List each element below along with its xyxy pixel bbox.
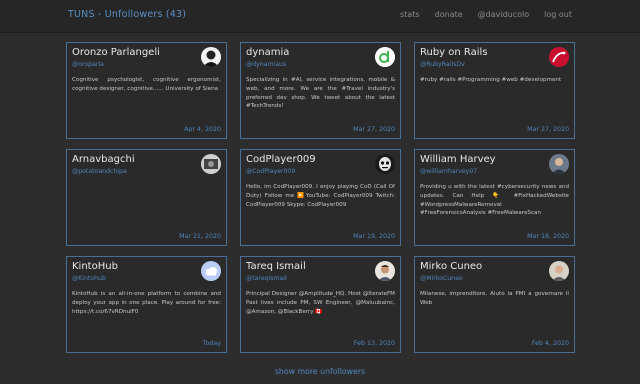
person-portrait-icon[interactable] <box>201 154 221 174</box>
user-handle[interactable]: @potatoandchipa <box>72 168 194 176</box>
unfollow-date: Today <box>202 340 221 347</box>
user-bio: Milanese, imprenditore. Aiuto la PMI a g… <box>420 291 569 306</box>
user-name[interactable]: Ruby on Rails <box>420 47 542 59</box>
unfollow-date: Mar 27, 2020 <box>527 126 569 133</box>
top-navbar: TUNS - Unfollowers (43) stats donate @da… <box>0 0 640 33</box>
user-bio: Providing u with the latest #cybersecuri… <box>420 184 569 217</box>
user-handle[interactable]: @oroparla <box>72 61 194 69</box>
nav-links: stats donate @daviducolo log out <box>385 10 572 19</box>
user-handle[interactable]: @Kintohub <box>72 275 194 283</box>
unfollower-card[interactable]: CodPlayer009 @CodPlayer009 Hello, im Cod… <box>240 149 401 246</box>
user-name[interactable]: William Harvey <box>420 154 542 166</box>
user-bio: Hello, im CodPlayer009. I enjoy playing … <box>246 184 395 208</box>
unfollow-date: Mar 18, 2020 <box>527 233 569 240</box>
unfollower-card[interactable]: Oronzo Parlangeli @oroparla Cognitive ps… <box>66 42 227 139</box>
rails-logo-icon[interactable] <box>549 47 569 67</box>
unfollower-card[interactable]: Tareq Ismail @tareqismail Principal Desi… <box>240 256 401 353</box>
app-title[interactable]: TUNS - Unfollowers (43) <box>68 9 186 20</box>
nav-profile-link[interactable]: @daviducolo <box>478 10 530 19</box>
user-handle[interactable]: @CodPlayer009 <box>246 168 368 176</box>
cloud-logo-icon[interactable] <box>201 261 221 281</box>
unfollower-card[interactable]: dynamia @dynamiaus Specializing in #AI, … <box>240 42 401 139</box>
user-handle[interactable]: @tareqismail <box>246 275 368 283</box>
nav-donate-link[interactable]: donate <box>435 10 463 19</box>
user-name[interactable]: Mirko Cuneo <box>420 261 542 273</box>
user-name[interactable]: Oronzo Parlangeli <box>72 47 194 59</box>
user-bio: KintoHub is an all-in-one platform to co… <box>72 291 221 315</box>
unfollow-date: Apr 4, 2020 <box>184 126 221 133</box>
person-portrait-icon[interactable] <box>201 47 221 67</box>
unfollower-card[interactable]: Ruby on Rails @RubyRailsDv #ruby #rails … <box>414 42 575 139</box>
skull-mask-icon[interactable] <box>375 154 395 174</box>
nav-stats-link[interactable]: stats <box>400 10 420 19</box>
nav-logout-link[interactable]: log out <box>544 10 572 19</box>
user-handle[interactable]: @dynamiaus <box>246 61 368 69</box>
unfollower-card[interactable]: Arnavbagchi @potatoandchipa Mar 21, 2020 <box>66 149 227 246</box>
user-name[interactable]: dynamia <box>246 47 368 59</box>
dynamia-logo-icon[interactable] <box>375 47 395 67</box>
user-bio: #ruby #rails #Programming #web #developm… <box>420 77 562 83</box>
person-portrait-icon[interactable] <box>549 154 569 174</box>
user-bio: Cognitive psychologist, cognitive ergono… <box>72 77 221 92</box>
unfollower-card[interactable]: KintoHub @Kintohub KintoHub is an all-in… <box>66 256 227 353</box>
person-portrait-icon[interactable] <box>549 261 569 281</box>
user-bio: Principal Designer @Amplitude_HQ. Host @… <box>246 291 395 315</box>
user-handle[interactable]: @RubyRailsDv <box>420 61 542 69</box>
user-bio: Specializing in #AI, service integration… <box>246 77 395 110</box>
person-portrait-icon[interactable] <box>375 261 395 281</box>
user-handle[interactable]: @williamharvey07 <box>420 168 542 176</box>
show-more-link[interactable]: show more unfollowers <box>0 367 640 376</box>
unfollower-card[interactable]: Mirko Cuneo @MirkoCuneo Milanese, impren… <box>414 256 575 353</box>
user-name[interactable]: KintoHub <box>72 261 194 273</box>
unfollow-date: Mar 21, 2020 <box>179 233 221 240</box>
unfollow-date: Feb 4, 2020 <box>531 340 569 347</box>
unfollower-card[interactable]: William Harvey @williamharvey07 Providin… <box>414 149 575 246</box>
user-name[interactable]: CodPlayer009 <box>246 154 368 166</box>
unfollow-date: Mar 19, 2020 <box>353 233 395 240</box>
user-handle[interactable]: @MirkoCuneo <box>420 275 542 283</box>
unfollow-date: Mar 27, 2020 <box>353 126 395 133</box>
unfollowers-grid: Oronzo Parlangeli @oroparla Cognitive ps… <box>66 42 575 353</box>
user-name[interactable]: Tareq Ismail <box>246 261 368 273</box>
user-name[interactable]: Arnavbagchi <box>72 154 194 166</box>
unfollow-date: Feb 13, 2020 <box>353 340 395 347</box>
